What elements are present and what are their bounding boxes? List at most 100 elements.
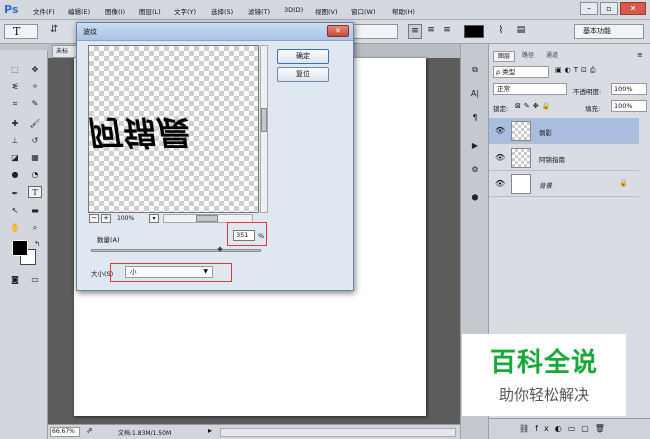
size-dropdown[interactable]: 小 ▼	[125, 266, 213, 278]
paragraph-panel-icon[interactable]: ¶	[468, 112, 482, 124]
dialog-titlebar[interactable]: 波纹 ✕	[77, 23, 353, 41]
layer-name: 背景	[539, 182, 552, 190]
tools-panel-grip[interactable]	[0, 44, 48, 50]
character-panel-icon[interactable]: ▤	[514, 24, 528, 39]
crop-tool-icon[interactable]: ⌗	[8, 98, 22, 110]
path-selection-tool-icon[interactable]: ↖	[8, 205, 22, 217]
status-menu-arrow-icon[interactable]: ▸	[208, 426, 212, 435]
warp-text-icon[interactable]: ⌇	[494, 24, 508, 39]
dodge-tool-icon[interactable]: ◔	[28, 169, 42, 181]
quick-mask-icon[interactable]: ◙	[8, 274, 22, 286]
layer-row-阿锦指南[interactable]: 👁 阿锦指南	[489, 145, 639, 171]
menu-select[interactable]: 选择(S)	[211, 6, 233, 16]
layer-thumbnail	[511, 174, 531, 194]
layer-row-背景[interactable]: 👁 背景 🔒	[489, 171, 639, 197]
blend-mode-dropdown[interactable]: 正常	[493, 83, 567, 95]
foreground-color-swatch[interactable]	[12, 240, 28, 256]
blur-tool-icon[interactable]: ●	[8, 169, 22, 181]
panel-menu-icon[interactable]: ≡	[637, 51, 643, 59]
screen-mode-icon[interactable]: ▭	[28, 274, 42, 286]
tools-panel: ⬚ ✥ ᓬ ✧ ⌗ ✎ ✚ 🖌 ⊥ ↺ ◪ ▦ ● ◔ ✒ T ↖ ▬ ✋ ⌕ …	[0, 44, 48, 439]
pen-tool-icon[interactable]: ✒	[8, 188, 22, 200]
history-brush-tool-icon[interactable]: ↺	[28, 135, 42, 147]
preview-vertical-scrollbar[interactable]	[260, 45, 268, 213]
workspace-switcher[interactable]: 基本功能	[574, 24, 644, 39]
lasso-tool-icon[interactable]: ᓬ	[8, 81, 22, 93]
tab-channels[interactable]: 通道	[541, 51, 563, 62]
opacity-field[interactable]: 100%	[611, 83, 647, 95]
menu-image[interactable]: 图像(I)	[105, 6, 125, 16]
menu-edit[interactable]: 编辑(E)	[68, 6, 90, 16]
layer-row-倒影[interactable]: 👁 倒影	[489, 118, 639, 144]
layer-lock-icon: 🔒	[619, 179, 628, 187]
layer-filter-dropdown[interactable]: ρ 类型	[493, 66, 549, 78]
layers-footer-buttons[interactable]: ⛓fx◐▭▢🗑	[489, 418, 650, 439]
ok-button[interactable]: 确定	[277, 49, 329, 64]
actions-panel-icon[interactable]: ▶	[468, 140, 482, 152]
zoom-dropdown-arrow-icon[interactable]: ▾	[149, 214, 159, 223]
hand-tool-icon[interactable]: ✋	[8, 222, 22, 234]
close-window-button[interactable]: ✕	[620, 2, 646, 15]
menu-window[interactable]: 窗口(W)	[351, 6, 376, 16]
status-bar: 66.67% ⇗ 文档:1.83M/1.50M ▸	[48, 424, 460, 439]
restore-button[interactable]: ▫	[600, 2, 618, 15]
menu-help[interactable]: 帮助(H)	[392, 6, 415, 16]
magic-wand-tool-icon[interactable]: ✧	[28, 81, 42, 93]
amount-slider-thumb[interactable]: ◆	[217, 245, 224, 253]
gradient-tool-icon[interactable]: ▦	[28, 152, 42, 164]
reset-button[interactable]: 复位	[277, 67, 329, 82]
amount-slider-track[interactable]	[91, 249, 261, 252]
eyedropper-tool-icon[interactable]: ✎	[28, 98, 42, 110]
menu-file[interactable]: 文件(F)	[33, 6, 55, 16]
filter-preview[interactable]: 阿锦晨	[88, 45, 259, 213]
tool-preset-picker[interactable]: T	[4, 24, 38, 39]
history-panel-icon[interactable]: ⧉	[468, 64, 482, 76]
tab-paths[interactable]: 路径	[517, 51, 539, 62]
3d-panel-icon[interactable]: ⬢	[468, 192, 482, 204]
opacity-label: 不透明度:	[573, 88, 602, 96]
visibility-eye-icon[interactable]: 👁	[495, 126, 505, 135]
brush-tool-icon[interactable]: 🖌	[28, 118, 42, 130]
visibility-eye-icon[interactable]: 👁	[495, 179, 505, 188]
preview-zoom-label: 100%	[117, 215, 135, 222]
zoom-level-field[interactable]: 66.67%	[50, 427, 80, 437]
align-left-icon[interactable]: ≡	[408, 24, 422, 39]
character-panel-icon[interactable]: A|	[468, 88, 482, 100]
text-orientation-icon[interactable]: ⇵	[50, 24, 64, 39]
dialog-title: 波纹	[83, 28, 97, 36]
text-color-swatch[interactable]	[464, 25, 484, 38]
zoom-tool-icon[interactable]: ⌕	[28, 222, 42, 234]
eraser-tool-icon[interactable]: ◪	[8, 152, 22, 164]
align-center-icon[interactable]: ≡	[424, 24, 438, 39]
rectangle-tool-icon[interactable]: ▬	[28, 205, 42, 217]
zoom-in-button[interactable]: +	[101, 214, 111, 223]
visibility-eye-icon[interactable]: 👁	[495, 153, 505, 162]
align-right-icon[interactable]: ≡	[440, 24, 454, 39]
preview-ripple-text: 阿锦晨	[88, 113, 194, 152]
fill-field[interactable]: 100%	[611, 100, 647, 112]
menu-bar: Ps 文件(F) 编辑(E) 图像(I) 图层(L) 文字(Y) 选择(S) 滤…	[0, 0, 650, 20]
swap-colors-icon[interactable]: ↰	[30, 238, 44, 250]
dialog-close-button[interactable]: ✕	[327, 25, 349, 37]
amount-label: 数量(A)	[97, 236, 120, 244]
type-tool-icon[interactable]: T	[28, 186, 42, 198]
share-icon[interactable]: ⇗	[86, 426, 93, 435]
menu-3d[interactable]: 3D(D)	[284, 6, 303, 14]
menu-layer[interactable]: 图层(L)	[139, 6, 161, 16]
clone-stamp-tool-icon[interactable]: ⊥	[8, 135, 22, 147]
lock-icons[interactable]: ⊠✎✥🔒	[515, 102, 553, 110]
move-tool-icon[interactable]: ✥	[28, 64, 42, 76]
menu-view[interactable]: 视图(V)	[315, 6, 338, 16]
healing-brush-tool-icon[interactable]: ✚	[8, 118, 22, 130]
watermark-badge: 百科全说 助你轻松解决	[462, 334, 626, 416]
tab-layers[interactable]: 图层	[493, 51, 515, 62]
layer-filter-icons[interactable]: ▣◐T⊡⎙	[555, 66, 598, 75]
menu-type[interactable]: 文字(Y)	[174, 6, 196, 16]
horizontal-scrollbar[interactable]	[220, 428, 456, 437]
marquee-tool-icon[interactable]: ⬚	[8, 64, 22, 76]
zoom-out-button[interactable]: −	[89, 214, 99, 223]
properties-panel-icon[interactable]: ⚙	[468, 164, 482, 176]
amount-input[interactable]: 351	[233, 230, 255, 241]
minimize-button[interactable]: –	[580, 2, 598, 15]
menu-filter[interactable]: 滤镜(T)	[248, 6, 270, 16]
